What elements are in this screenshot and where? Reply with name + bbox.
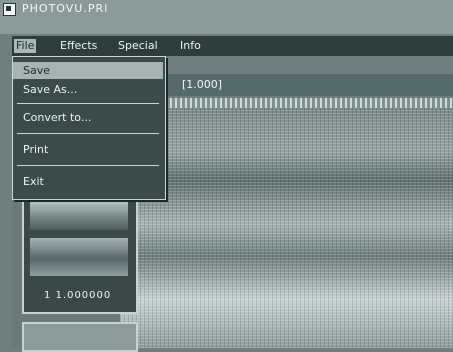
app-icon[interactable] [3,3,16,16]
title-bar: PHOTOVU.PRI [0,0,453,34]
menu-item-exit[interactable]: Exit [13,173,163,190]
thumbnail-panel: 1 1.000000 [22,180,138,314]
menu-item-save[interactable]: Save [13,62,163,79]
menu-item-save-as[interactable]: Save As... [13,81,163,98]
menu-item-convert[interactable]: Convert to... [13,109,163,126]
thumbnail-image[interactable] [30,238,128,276]
document-title: [1.000] [182,78,223,91]
menu-item-print[interactable]: Print [13,141,163,158]
menu-separator [17,133,159,134]
document-header: [1.000] [120,74,453,96]
thumbnail-caption: 1 1.000000 [44,290,112,301]
menu-special[interactable]: Special [116,39,160,53]
menu-effects[interactable]: Effects [58,39,99,53]
window-title: PHOTOVU.PRI [22,2,109,15]
menu-file[interactable]: File [14,39,37,53]
menu-separator [17,103,159,104]
menu-separator [17,165,159,166]
image-canvas[interactable] [120,108,453,348]
menu-bar: File Effects Special Info [12,36,453,56]
file-dropdown-menu: Save Save As... Convert to... Print Exit [12,56,166,200]
menu-info[interactable]: Info [178,39,203,53]
ruler [120,98,453,108]
